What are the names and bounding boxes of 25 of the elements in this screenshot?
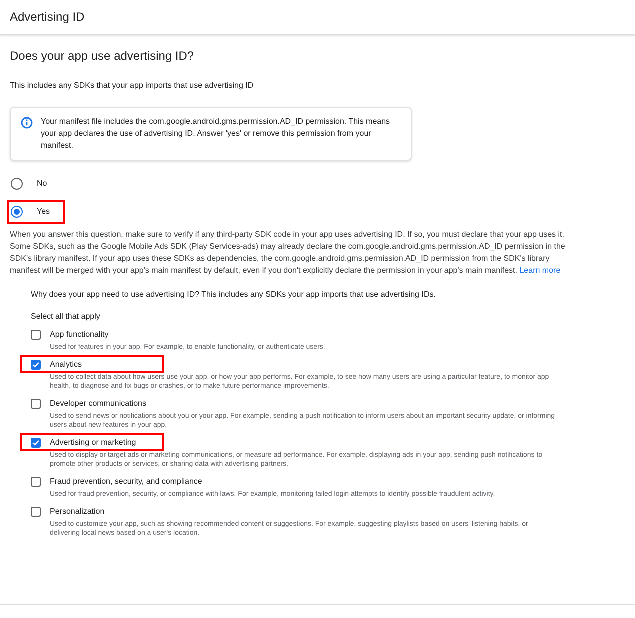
option-title: Personalization	[50, 506, 106, 517]
radio-label: Yes	[37, 206, 50, 218]
option-title: Developer communications	[50, 398, 148, 409]
checkbox[interactable]	[31, 330, 41, 340]
option-title: Advertising or marketing	[50, 437, 138, 448]
info-icon	[21, 117, 33, 129]
radio-label: No	[37, 178, 48, 190]
purpose-prompt: Why does your app need to use advertising ID? This includes any SDKs your app imports that use advertising IDs.	[31, 289, 437, 301]
checkbox[interactable]	[31, 360, 41, 370]
purpose-hint: Select all that apply	[31, 311, 102, 323]
option-title: App functionality	[50, 329, 110, 340]
radio-button[interactable]	[11, 206, 23, 218]
learn-more-link[interactable]: Learn more	[520, 266, 561, 275]
option-title: Analytics	[50, 359, 84, 370]
explanation-text: When you answer this question, make sure to verify if any third-party SDK code in your app uses advertising ID. If so, you must declare that your app uses it. Some SDKs, such as the Google Mobile Ads SDK (Play Services-ads) may already declare the com.google.android.gms.permission.AD_ID permission in the SDK's library manifest. If your app uses these SDKs as dependencies, the com.google.android.gms.permission.AD_ID permission from the SDK's library manifest will be merged with your app's main manifest by default, even if you don't explicitly declare the permission in your app's main manifest. Learn more	[10, 229, 566, 277]
question-subtitle: This includes any SDKs that your app imports that use advertising ID	[10, 80, 255, 92]
checkbox[interactable]	[31, 399, 41, 409]
page-title: Advertising ID	[10, 9, 85, 26]
option-title: Fraud prevention, security, and compliance	[50, 476, 204, 487]
checkbox[interactable]	[31, 477, 41, 487]
radio-button[interactable]	[11, 178, 23, 190]
checkbox[interactable]	[31, 438, 41, 448]
question-title: Does your app use advertising ID?	[10, 48, 196, 65]
checkbox[interactable]	[31, 507, 41, 517]
notice-text: Your manifest file includes the com.google.android.gms.permission.AD_ID permission. This means your app declares the use of advertising ID. Answer 'yes' or remove this permission from your manifest.	[41, 116, 392, 152]
